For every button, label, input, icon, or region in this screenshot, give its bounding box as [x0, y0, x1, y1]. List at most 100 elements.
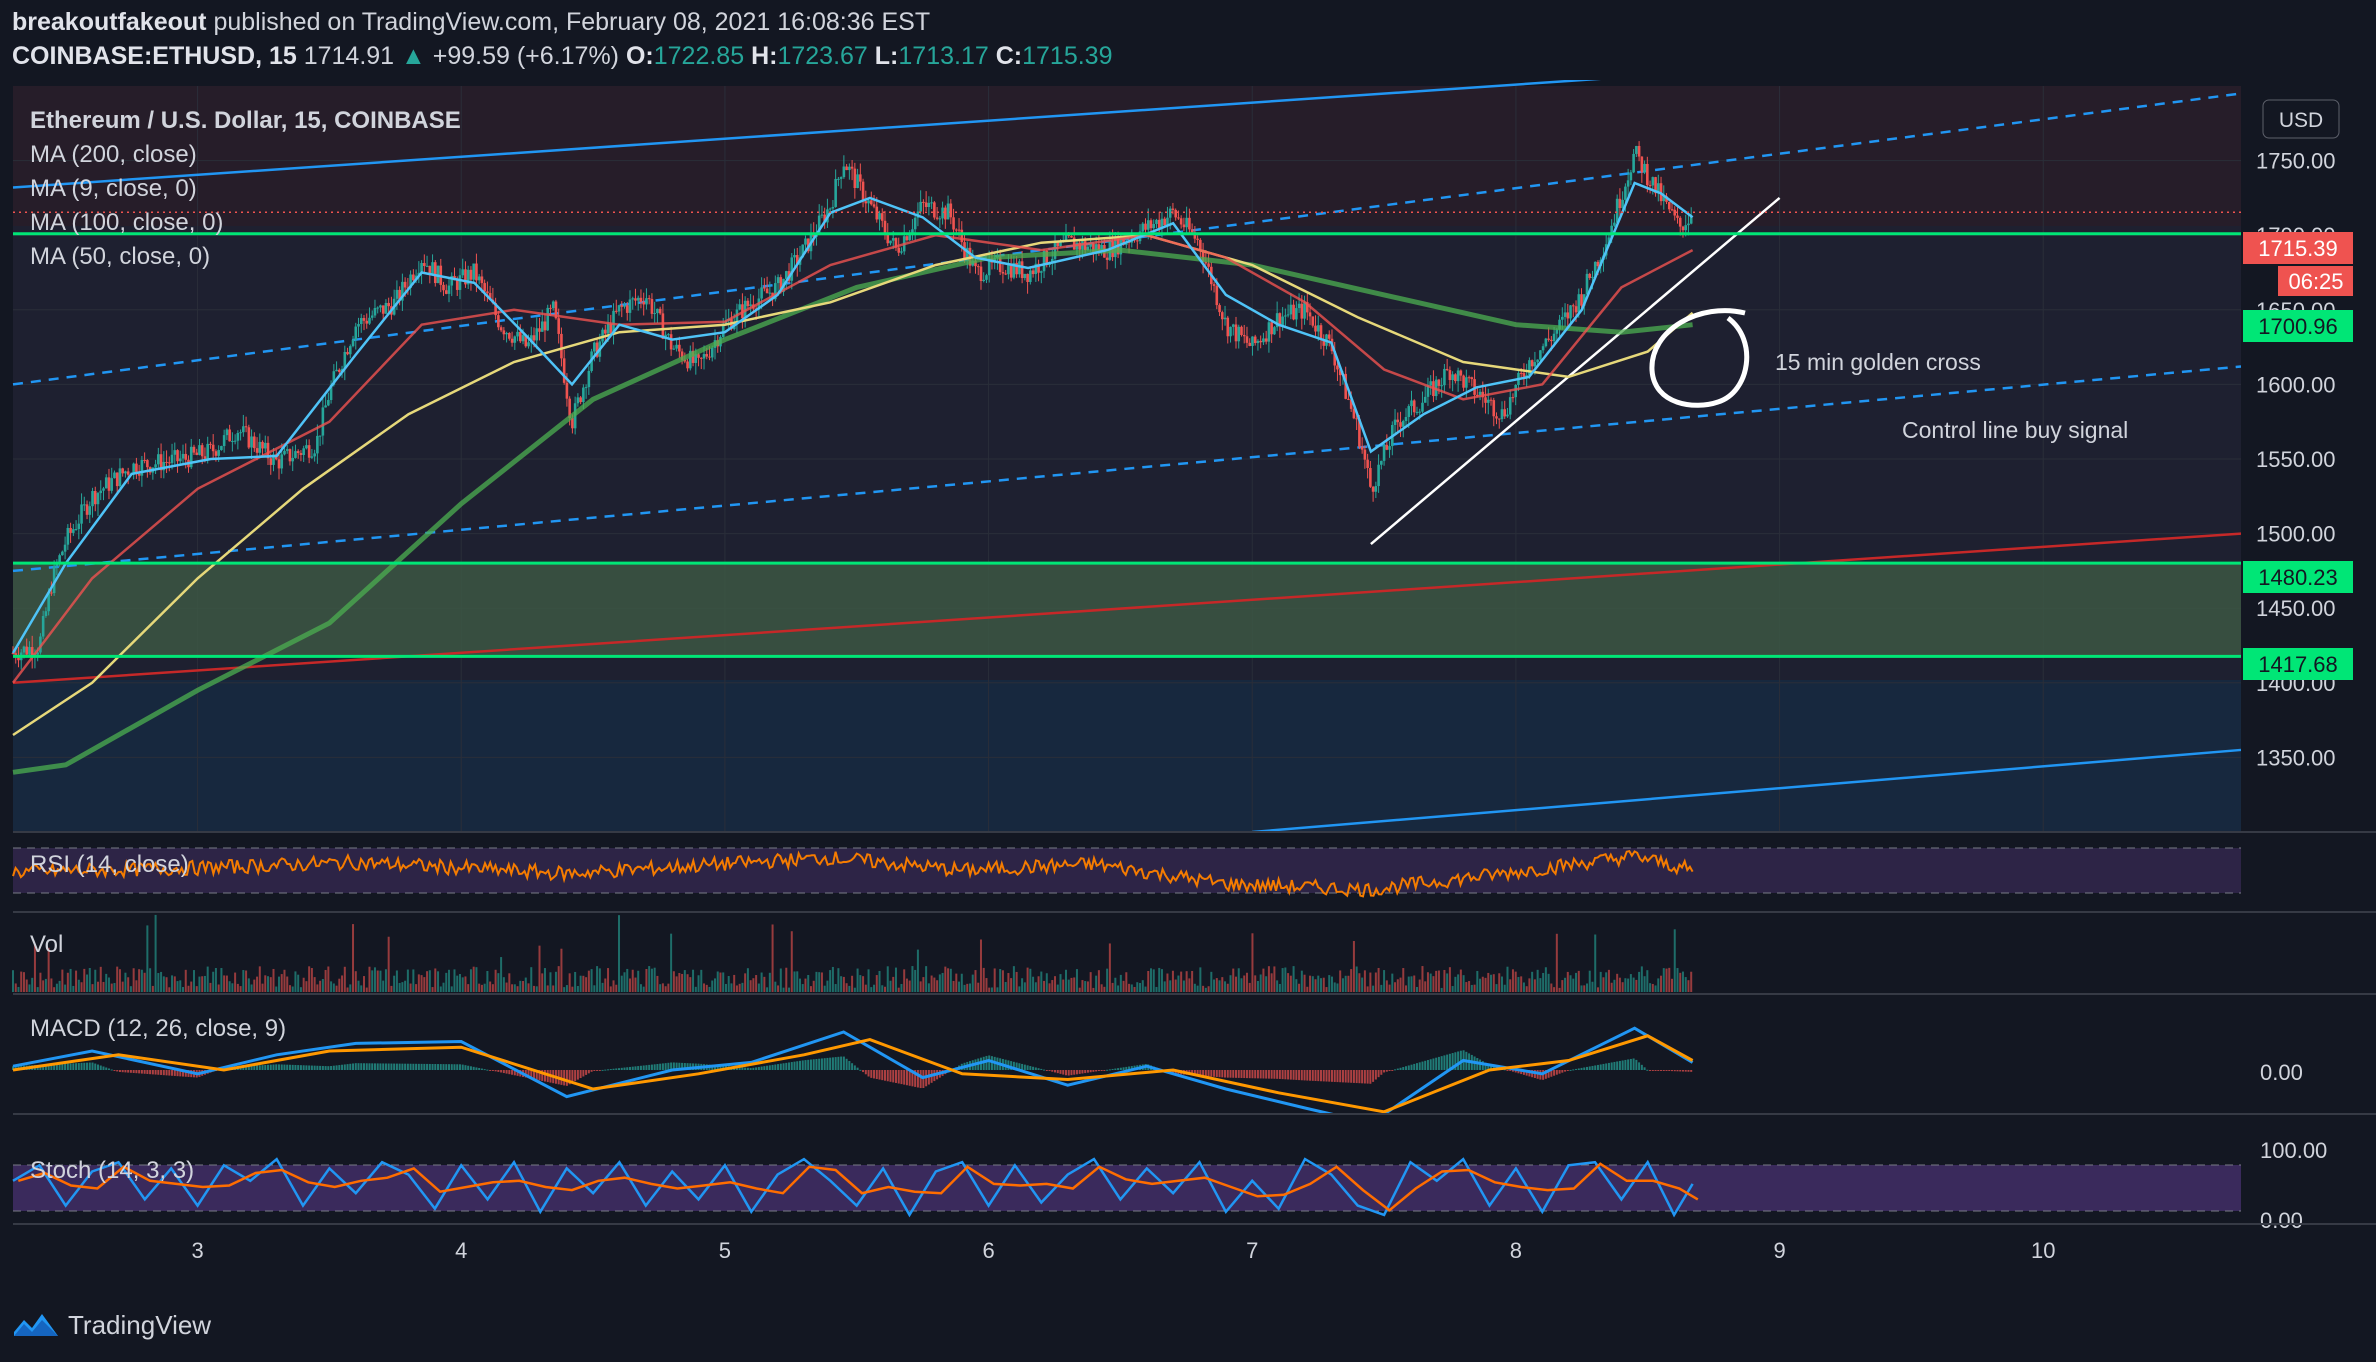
volume-bar	[1254, 975, 1257, 992]
volume-bar	[719, 972, 722, 992]
macd-hist-bar	[341, 1064, 344, 1070]
volume-bar	[209, 982, 212, 992]
candle-body	[1388, 446, 1391, 450]
candle-body	[283, 450, 286, 455]
macd-hist-bar	[785, 1062, 788, 1070]
candle-body	[891, 238, 895, 241]
candle-body	[609, 323, 613, 333]
volume-bar	[283, 969, 286, 992]
macd-hist-bar	[124, 1070, 127, 1073]
volume-bar	[782, 987, 785, 992]
macd-hist-bar	[757, 1066, 760, 1070]
golden-cross-label[interactable]: 15 min golden cross	[1775, 349, 1981, 375]
candle-body	[1105, 257, 1109, 260]
legend-ma200[interactable]: MA (200, close)	[30, 141, 197, 168]
macd-hist-bar	[766, 1065, 769, 1070]
candle-body	[1552, 333, 1556, 342]
macd-hist-bar	[467, 1065, 470, 1070]
macd-label[interactable]: MACD (12, 26, close, 9)	[30, 1015, 286, 1042]
legend-ma9[interactable]: MA (9, close, 0)	[30, 175, 197, 202]
volume-bar	[1583, 985, 1586, 992]
volume-bar	[75, 970, 78, 992]
candle-body	[403, 281, 407, 288]
volume-bar	[626, 968, 629, 992]
volume-bar	[755, 975, 758, 992]
candle-body	[1253, 336, 1257, 344]
macd-hist-bar	[1388, 1070, 1391, 1071]
macd-hist-bar	[1070, 1070, 1073, 1076]
volume-bar	[941, 972, 944, 992]
volume-bar	[1629, 974, 1632, 992]
volume-bar	[911, 966, 914, 992]
tradingview-brand[interactable]: TradingView	[68, 1310, 211, 1341]
volume-bar	[993, 968, 996, 992]
volume-bar	[327, 966, 330, 992]
volume-bar	[705, 984, 708, 992]
macd-hist-bar	[1270, 1070, 1273, 1079]
volume-bar	[332, 983, 335, 992]
legend-ma50[interactable]: MA (50, close, 0)	[30, 243, 210, 270]
rsi-label[interactable]: RSI (14, close)	[30, 851, 189, 878]
volume-bar	[1298, 983, 1301, 992]
volume-bar	[467, 984, 470, 992]
candle-body	[949, 203, 953, 218]
volume-bar	[1081, 980, 1084, 992]
macd-hist-bar	[1605, 1063, 1608, 1070]
volume-bar	[645, 969, 648, 992]
macd-hist-bar	[80, 1062, 83, 1070]
tradingview-logo-icon[interactable]	[12, 1310, 60, 1340]
macd-hist-bar	[642, 1065, 645, 1070]
candle-body	[82, 504, 86, 506]
volume-bar	[173, 976, 176, 992]
macd-hist-bar	[1067, 1070, 1070, 1076]
candle-body	[557, 318, 560, 334]
macd-hist-bar	[450, 1064, 453, 1070]
macd-hist-bar	[352, 1063, 355, 1070]
time-axis[interactable]	[13, 1225, 2241, 1267]
stoch-label[interactable]: Stoch (14, 3, 3)	[30, 1157, 194, 1184]
volume-bar	[1300, 970, 1303, 992]
currency-label[interactable]: USD	[2279, 109, 2323, 132]
candle-body	[828, 208, 832, 210]
candle-body	[1018, 261, 1021, 275]
vol-label[interactable]: Vol	[30, 931, 63, 958]
macd-hist-bar	[1405, 1066, 1408, 1070]
macd-hist-bar	[439, 1064, 442, 1070]
macd-hist-bar	[1224, 1070, 1227, 1078]
volume-bar	[826, 980, 829, 992]
volume-bar	[228, 981, 231, 992]
macd-hist-bar	[596, 1070, 599, 1071]
volume-bar	[543, 968, 546, 992]
candle-body	[412, 274, 415, 281]
macd-hist-bar	[505, 1070, 508, 1074]
volume-bar	[80, 982, 83, 992]
macd-pane[interactable]	[13, 994, 2241, 1114]
x-tick-label: 10	[2031, 1238, 2055, 1263]
volume-bar	[1424, 981, 1427, 992]
volume-bar	[1320, 978, 1323, 992]
macd-hist-bar	[1295, 1070, 1298, 1080]
macd-hist-bar	[1410, 1064, 1413, 1070]
volume-bar	[267, 976, 270, 992]
candle-body	[211, 444, 215, 452]
candle-body	[543, 321, 547, 331]
macd-hist-bar	[1394, 1069, 1397, 1071]
macd-hist-bar	[83, 1062, 86, 1070]
candle-body	[384, 302, 388, 314]
candle-body	[1308, 312, 1312, 317]
volume-bar	[834, 984, 837, 992]
author-name[interactable]: breakoutfakeout	[12, 8, 206, 36]
candle-body	[631, 298, 635, 300]
volume-bar	[615, 984, 618, 992]
macd-hist-bar	[1322, 1070, 1325, 1082]
legend-ma100[interactable]: MA (100, close, 0)	[30, 209, 223, 236]
macd-hist-bar	[475, 1067, 478, 1070]
control-line-label[interactable]: Control line buy signal	[1902, 417, 2128, 443]
candle-body	[1443, 368, 1446, 386]
candle-body	[955, 229, 958, 231]
price-chart[interactable]: 15 min golden cross Control line buy sig…	[0, 80, 2376, 1300]
candle-body	[146, 460, 149, 468]
candle-body	[173, 450, 177, 455]
macd-hist-bar	[1602, 1063, 1605, 1070]
macd-hist-bar	[379, 1063, 382, 1070]
